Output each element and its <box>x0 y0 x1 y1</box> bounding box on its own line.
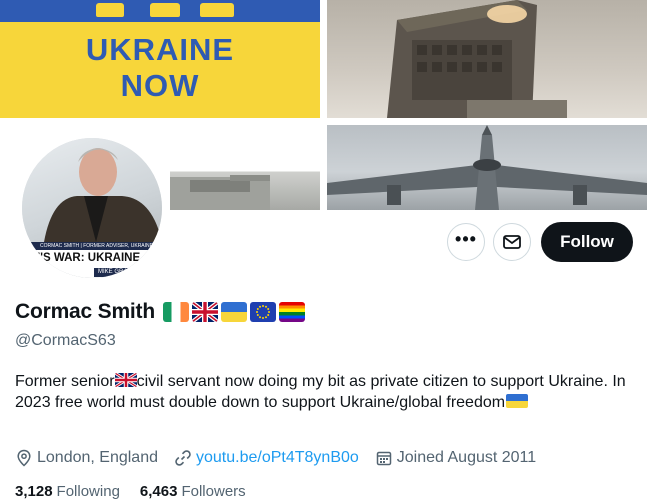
rocket-launcher-image <box>387 0 567 118</box>
flag-emoji-group <box>162 302 305 322</box>
following-link[interactable]: 3,128 Following <box>15 483 120 500</box>
tank-silhouette <box>96 3 124 17</box>
ireland-flag-icon <box>162 302 189 322</box>
banner-title-line1: UKRAINE <box>85 32 235 67</box>
banner-tile-ukraine-now: UKRAINE NOW <box>0 0 320 118</box>
tank-silhouette <box>150 3 180 17</box>
followers-link[interactable]: 6,463 Followers <box>140 483 246 500</box>
follow-stats-row: 3,128 Following 6,463 Followers <box>15 483 266 500</box>
tank-silhouette <box>200 3 234 17</box>
joined-item: Joined August 2011 <box>375 449 536 467</box>
following-count: 3,128 <box>15 483 53 500</box>
banner-tile-vehicle <box>170 125 320 210</box>
message-button[interactable] <box>493 223 531 261</box>
banner-tile-fighter-jet <box>327 125 647 210</box>
display-name-row: Cormac Smith <box>15 300 305 324</box>
profile-bio: Former senior civil servant now doing my… <box>15 371 635 413</box>
ukraine-flag-icon <box>220 302 247 322</box>
fighter-jet-image <box>327 125 647 210</box>
following-label: Following <box>56 483 120 500</box>
profile-meta-row: London, England youtu.be/oPt4T8ynB0o Joi… <box>15 449 552 467</box>
joined-text: Joined August 2011 <box>396 449 537 466</box>
user-handle: @CormacS63 <box>15 332 116 349</box>
uk-flag-icon <box>114 373 137 387</box>
eu-flag-icon <box>249 302 276 322</box>
website-item: youtu.be/oPt4T8ynB0o <box>174 449 359 467</box>
link-icon <box>175 450 191 466</box>
rainbow-flag-icon <box>278 302 305 322</box>
location-item: London, England <box>15 449 158 467</box>
calendar-icon <box>376 451 392 466</box>
bio-text-part1: Former senior <box>15 373 115 390</box>
followers-count: 6,463 <box>139 483 178 500</box>
follow-button[interactable]: Follow <box>541 222 633 262</box>
avatar-news-headline: N'S WAR: UKRAINE <box>32 252 141 264</box>
display-name: Cormac Smith <box>15 300 155 323</box>
website-link[interactable]: youtu.be/oPt4T8ynB0o <box>196 449 359 467</box>
banner-title-line2: NOW <box>120 68 200 103</box>
banner-tile-rocket-launcher <box>327 0 647 118</box>
location-icon <box>17 449 31 467</box>
avatar-news-ticker: CORMAC SMITH | FORMER ADVISER, UKRAINE F… <box>26 242 158 250</box>
vehicle-image <box>170 175 270 210</box>
ukraine-flag-icon <box>506 394 529 408</box>
uk-flag-icon <box>191 302 218 322</box>
more-button[interactable]: ••• <box>447 223 485 261</box>
location-text: London, England <box>37 449 158 466</box>
more-icon: ••• <box>455 229 477 249</box>
profile-avatar[interactable]: CORMAC SMITH | FORMER ADVISER, UKRAINE F… <box>18 134 166 282</box>
message-icon <box>503 235 521 249</box>
followers-label: Followers <box>181 483 246 500</box>
avatar-name-strip: MIKE GRAHAM <box>94 268 162 277</box>
